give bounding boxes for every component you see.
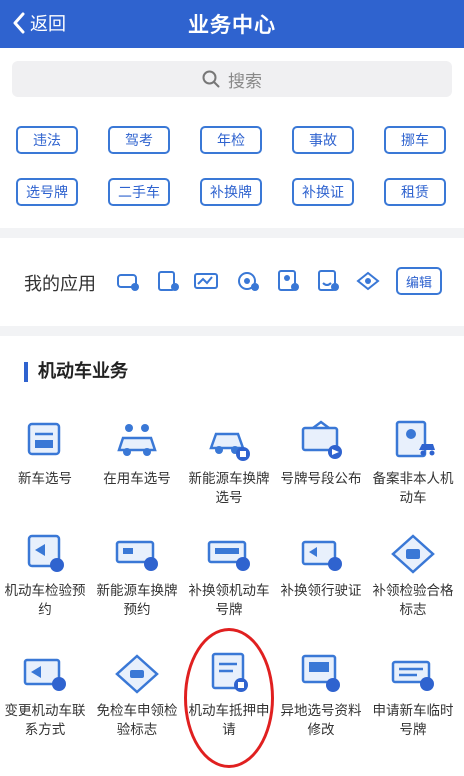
chip-violation[interactable]: 违法 [16, 126, 78, 154]
service-label: 免检车申领检验标志 [96, 703, 178, 738]
service-new-car-plate[interactable]: 新车选号 [0, 420, 90, 489]
service-in-use-plate[interactable]: 在用车选号 [92, 420, 182, 489]
service-ev-plate[interactable]: 新能源车换牌选号 [184, 420, 274, 508]
chip-select-plate[interactable]: 选号牌 [16, 178, 78, 206]
profile-icon[interactable] [316, 270, 340, 292]
diamond-card-icon [115, 654, 159, 694]
chip-move-car[interactable]: 挪车 [384, 126, 446, 154]
service-label: 新车选号 [18, 471, 72, 487]
chip-driving-test[interactable]: 驾考 [108, 126, 170, 154]
chip-rental[interactable]: 租赁 [384, 178, 446, 206]
calendar-arrow-icon [27, 534, 64, 572]
section-title: 机动车业务 [24, 362, 128, 382]
service-plate-range[interactable]: 号牌号段公布 [276, 420, 366, 489]
document-icon[interactable] [156, 270, 180, 292]
service-label: 异地选号资料修改 [280, 703, 362, 738]
search-input[interactable]: 搜索 [12, 61, 452, 97]
license-arrow-icon [301, 540, 342, 571]
service-label: 补领检验合格标志 [372, 583, 454, 618]
service-label: 新能源车换牌选号 [188, 471, 270, 506]
map-icon[interactable] [194, 270, 218, 292]
service-mortgage-application[interactable]: 机动车抵押申请 [184, 652, 274, 740]
service-label: 新能源车换牌预约 [96, 583, 178, 618]
service-label: 备案非本人机动车 [372, 471, 454, 506]
page-title: 业务中心 [188, 13, 276, 37]
plate-lock-icon [207, 540, 250, 571]
steering-icon[interactable] [236, 270, 260, 292]
service-label: 补换领机动车号牌 [188, 583, 270, 618]
ev-car-icon [209, 432, 250, 461]
plate-card-icon [115, 540, 158, 571]
service-label: 机动车抵押申请 [188, 703, 270, 738]
service-exempt-mark[interactable]: 免检车申领检验标志 [92, 652, 182, 740]
service-remote-plate-edit[interactable]: 异地选号资料修改 [276, 652, 366, 740]
service-label: 在用车选号 [103, 471, 171, 487]
car-people-icon [117, 424, 157, 456]
service-label: 变更机动车联系方式 [4, 703, 86, 738]
id-card-icon [27, 422, 61, 456]
service-label: 补换领行驶证 [280, 583, 362, 599]
car-card-icon[interactable] [116, 270, 140, 292]
edit-button[interactable]: 编辑 [396, 267, 442, 295]
service-label: 申请新车临时号牌 [372, 703, 454, 738]
service-register-non-owner[interactable]: 备案非本人机动车 [368, 420, 458, 508]
chip-used-car[interactable]: 二手车 [108, 178, 170, 206]
service-label: 机动车检验预约 [4, 583, 86, 618]
edit-document-icon [301, 654, 340, 692]
chip-annual-inspection[interactable]: 年检 [200, 126, 262, 154]
temp-plate-icon [391, 660, 434, 691]
diamond-icon[interactable] [356, 270, 380, 292]
id-badge-icon[interactable] [276, 270, 300, 292]
service-inspection-booking[interactable]: 机动车检验预约 [0, 532, 90, 620]
service-replace-license[interactable]: 补换领行驶证 [276, 532, 366, 601]
search-area: 搜索 [0, 48, 464, 106]
chip-accident[interactable]: 事故 [292, 126, 354, 154]
contact-arrow-icon [23, 658, 66, 691]
document-lock-icon [211, 652, 248, 692]
service-ev-booking[interactable]: 新能源车换牌预约 [92, 532, 182, 620]
search-icon [202, 70, 220, 88]
top-bar: 返回 业务中心 [0, 0, 464, 48]
diamond-badge-icon [391, 534, 435, 574]
chip-replace-license[interactable]: 补换证 [292, 178, 354, 206]
service-replace-plate[interactable]: 补换领机动车号牌 [184, 532, 274, 620]
chip-replace-plate[interactable]: 补换牌 [200, 178, 262, 206]
divider [0, 326, 464, 336]
service-inspection-mark[interactable]: 补领检验合格标志 [368, 532, 458, 620]
service-label: 号牌号段公布 [280, 471, 362, 487]
service-temp-plate[interactable]: 申请新车临时号牌 [368, 652, 458, 740]
service-change-contact[interactable]: 变更机动车联系方式 [0, 652, 90, 740]
profile-car-icon [395, 420, 435, 458]
search-placeholder: 搜索 [228, 71, 262, 92]
divider [0, 228, 464, 238]
sign-board-icon [301, 420, 342, 459]
my-apps-row: 我的应用 编辑 [0, 242, 464, 322]
my-apps-label: 我的应用 [24, 274, 96, 295]
